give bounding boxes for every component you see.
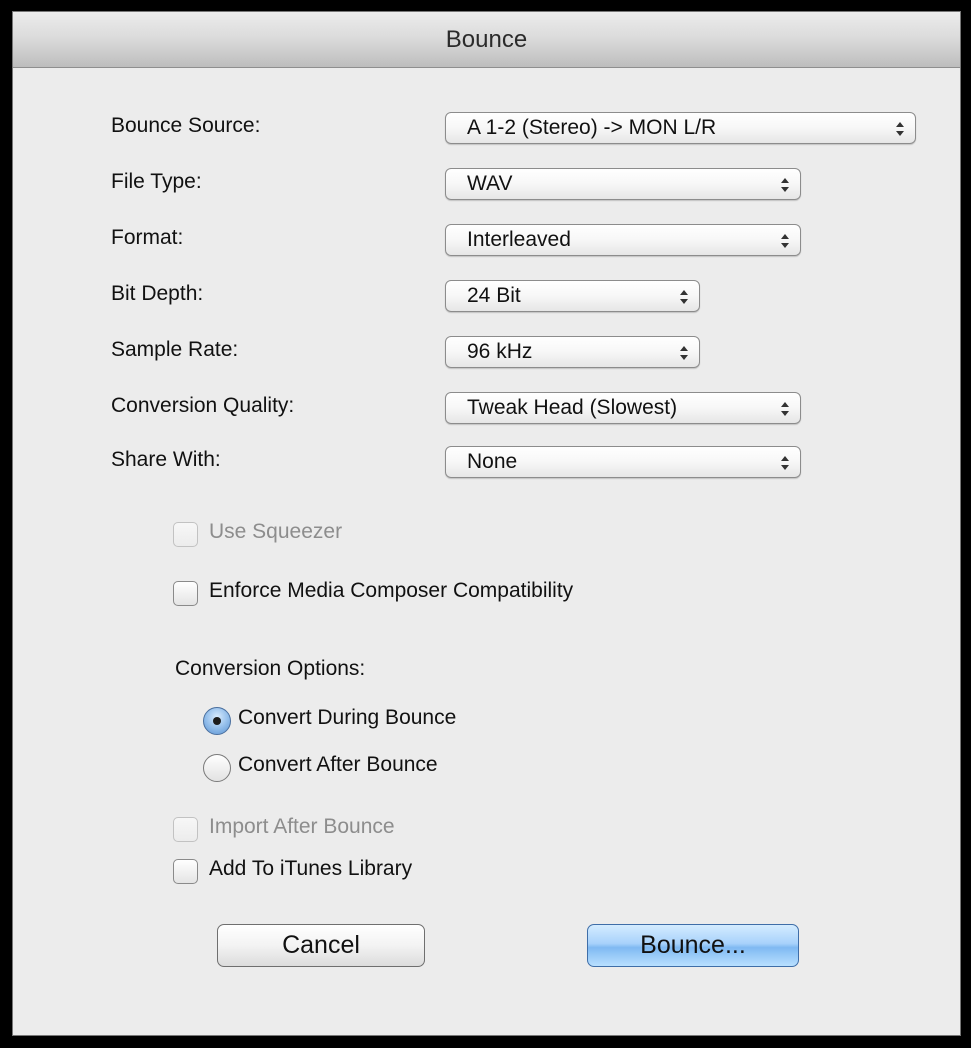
add-to-itunes-checkbox[interactable] — [173, 859, 198, 884]
radio-selected-dot-icon — [213, 717, 221, 725]
bounce-dialog: Bounce Bounce Source: A 1-2 (Stereo) -> … — [12, 11, 961, 1036]
import-after-bounce-checkbox-row[interactable]: Import After Bounce — [173, 815, 493, 845]
format-popup[interactable]: Interleaved — [445, 224, 801, 256]
conversion-options-label: Conversion Options: — [175, 657, 366, 680]
use-squeezer-checkbox[interactable] — [173, 522, 198, 547]
sample-rate-value: 96 kHz — [467, 340, 533, 363]
conversion-quality-label: Conversion Quality: — [111, 394, 295, 417]
popup-arrows-icon — [781, 456, 789, 470]
share-with-popup[interactable]: None — [445, 446, 801, 478]
file-type-popup[interactable]: WAV — [445, 168, 801, 200]
popup-arrows-icon — [781, 402, 789, 416]
conversion-quality-popup[interactable]: Tweak Head (Slowest) — [445, 392, 801, 424]
bit-depth-popup[interactable]: 24 Bit — [445, 280, 700, 312]
popup-arrows-icon — [680, 290, 688, 304]
popup-arrows-icon — [781, 234, 789, 248]
use-squeezer-label: Use Squeezer — [209, 520, 343, 543]
sample-rate-label: Sample Rate: — [111, 338, 239, 361]
title-bar[interactable]: Bounce — [13, 12, 960, 68]
import-after-bounce-checkbox[interactable] — [173, 817, 198, 842]
bounce-source-value: A 1-2 (Stereo) -> MON L/R — [467, 116, 717, 139]
convert-during-bounce-radio[interactable] — [203, 707, 231, 735]
use-squeezer-checkbox-row[interactable]: Use Squeezer — [173, 520, 473, 550]
enforce-media-composer-label: Enforce Media Composer Compatibility — [209, 579, 574, 602]
bounce-source-popup[interactable]: A 1-2 (Stereo) -> MON L/R — [445, 112, 916, 144]
enforce-media-composer-checkbox[interactable] — [173, 581, 198, 606]
add-to-itunes-checkbox-row[interactable]: Add To iTunes Library — [173, 857, 513, 887]
share-with-value: None — [467, 450, 518, 473]
format-label: Format: — [111, 226, 184, 249]
add-to-itunes-label: Add To iTunes Library — [209, 857, 413, 880]
file-type-value: WAV — [467, 172, 513, 195]
popup-arrows-icon — [896, 122, 904, 136]
popup-arrows-icon — [680, 346, 688, 360]
enforce-media-composer-checkbox-row[interactable]: Enforce Media Composer Compatibility — [173, 579, 733, 609]
conversion-quality-value: Tweak Head (Slowest) — [467, 396, 678, 419]
popup-arrows-icon — [781, 178, 789, 192]
convert-during-bounce-label: Convert During Bounce — [238, 706, 457, 729]
convert-after-bounce-radio-row[interactable]: Convert After Bounce — [203, 753, 563, 783]
format-value: Interleaved — [467, 228, 571, 251]
import-after-bounce-label: Import After Bounce — [209, 815, 395, 838]
bit-depth-value: 24 Bit — [467, 284, 521, 307]
window-title: Bounce — [445, 26, 528, 53]
convert-after-bounce-label: Convert After Bounce — [238, 753, 438, 776]
bit-depth-label: Bit Depth: — [111, 282, 204, 305]
cancel-button[interactable]: Cancel — [217, 924, 425, 967]
screenshot-frame: Bounce Bounce Source: A 1-2 (Stereo) -> … — [12, 11, 961, 1036]
share-with-label: Share With: — [111, 448, 221, 471]
bounce-source-label: Bounce Source: — [111, 114, 261, 137]
convert-after-bounce-radio[interactable] — [203, 754, 231, 782]
file-type-label: File Type: — [111, 170, 202, 193]
convert-during-bounce-radio-row[interactable]: Convert During Bounce — [203, 706, 563, 736]
dialog-body: Bounce Source: A 1-2 (Stereo) -> MON L/R… — [13, 68, 960, 1035]
sample-rate-popup[interactable]: 96 kHz — [445, 336, 700, 368]
bounce-button[interactable]: Bounce... — [587, 924, 799, 967]
